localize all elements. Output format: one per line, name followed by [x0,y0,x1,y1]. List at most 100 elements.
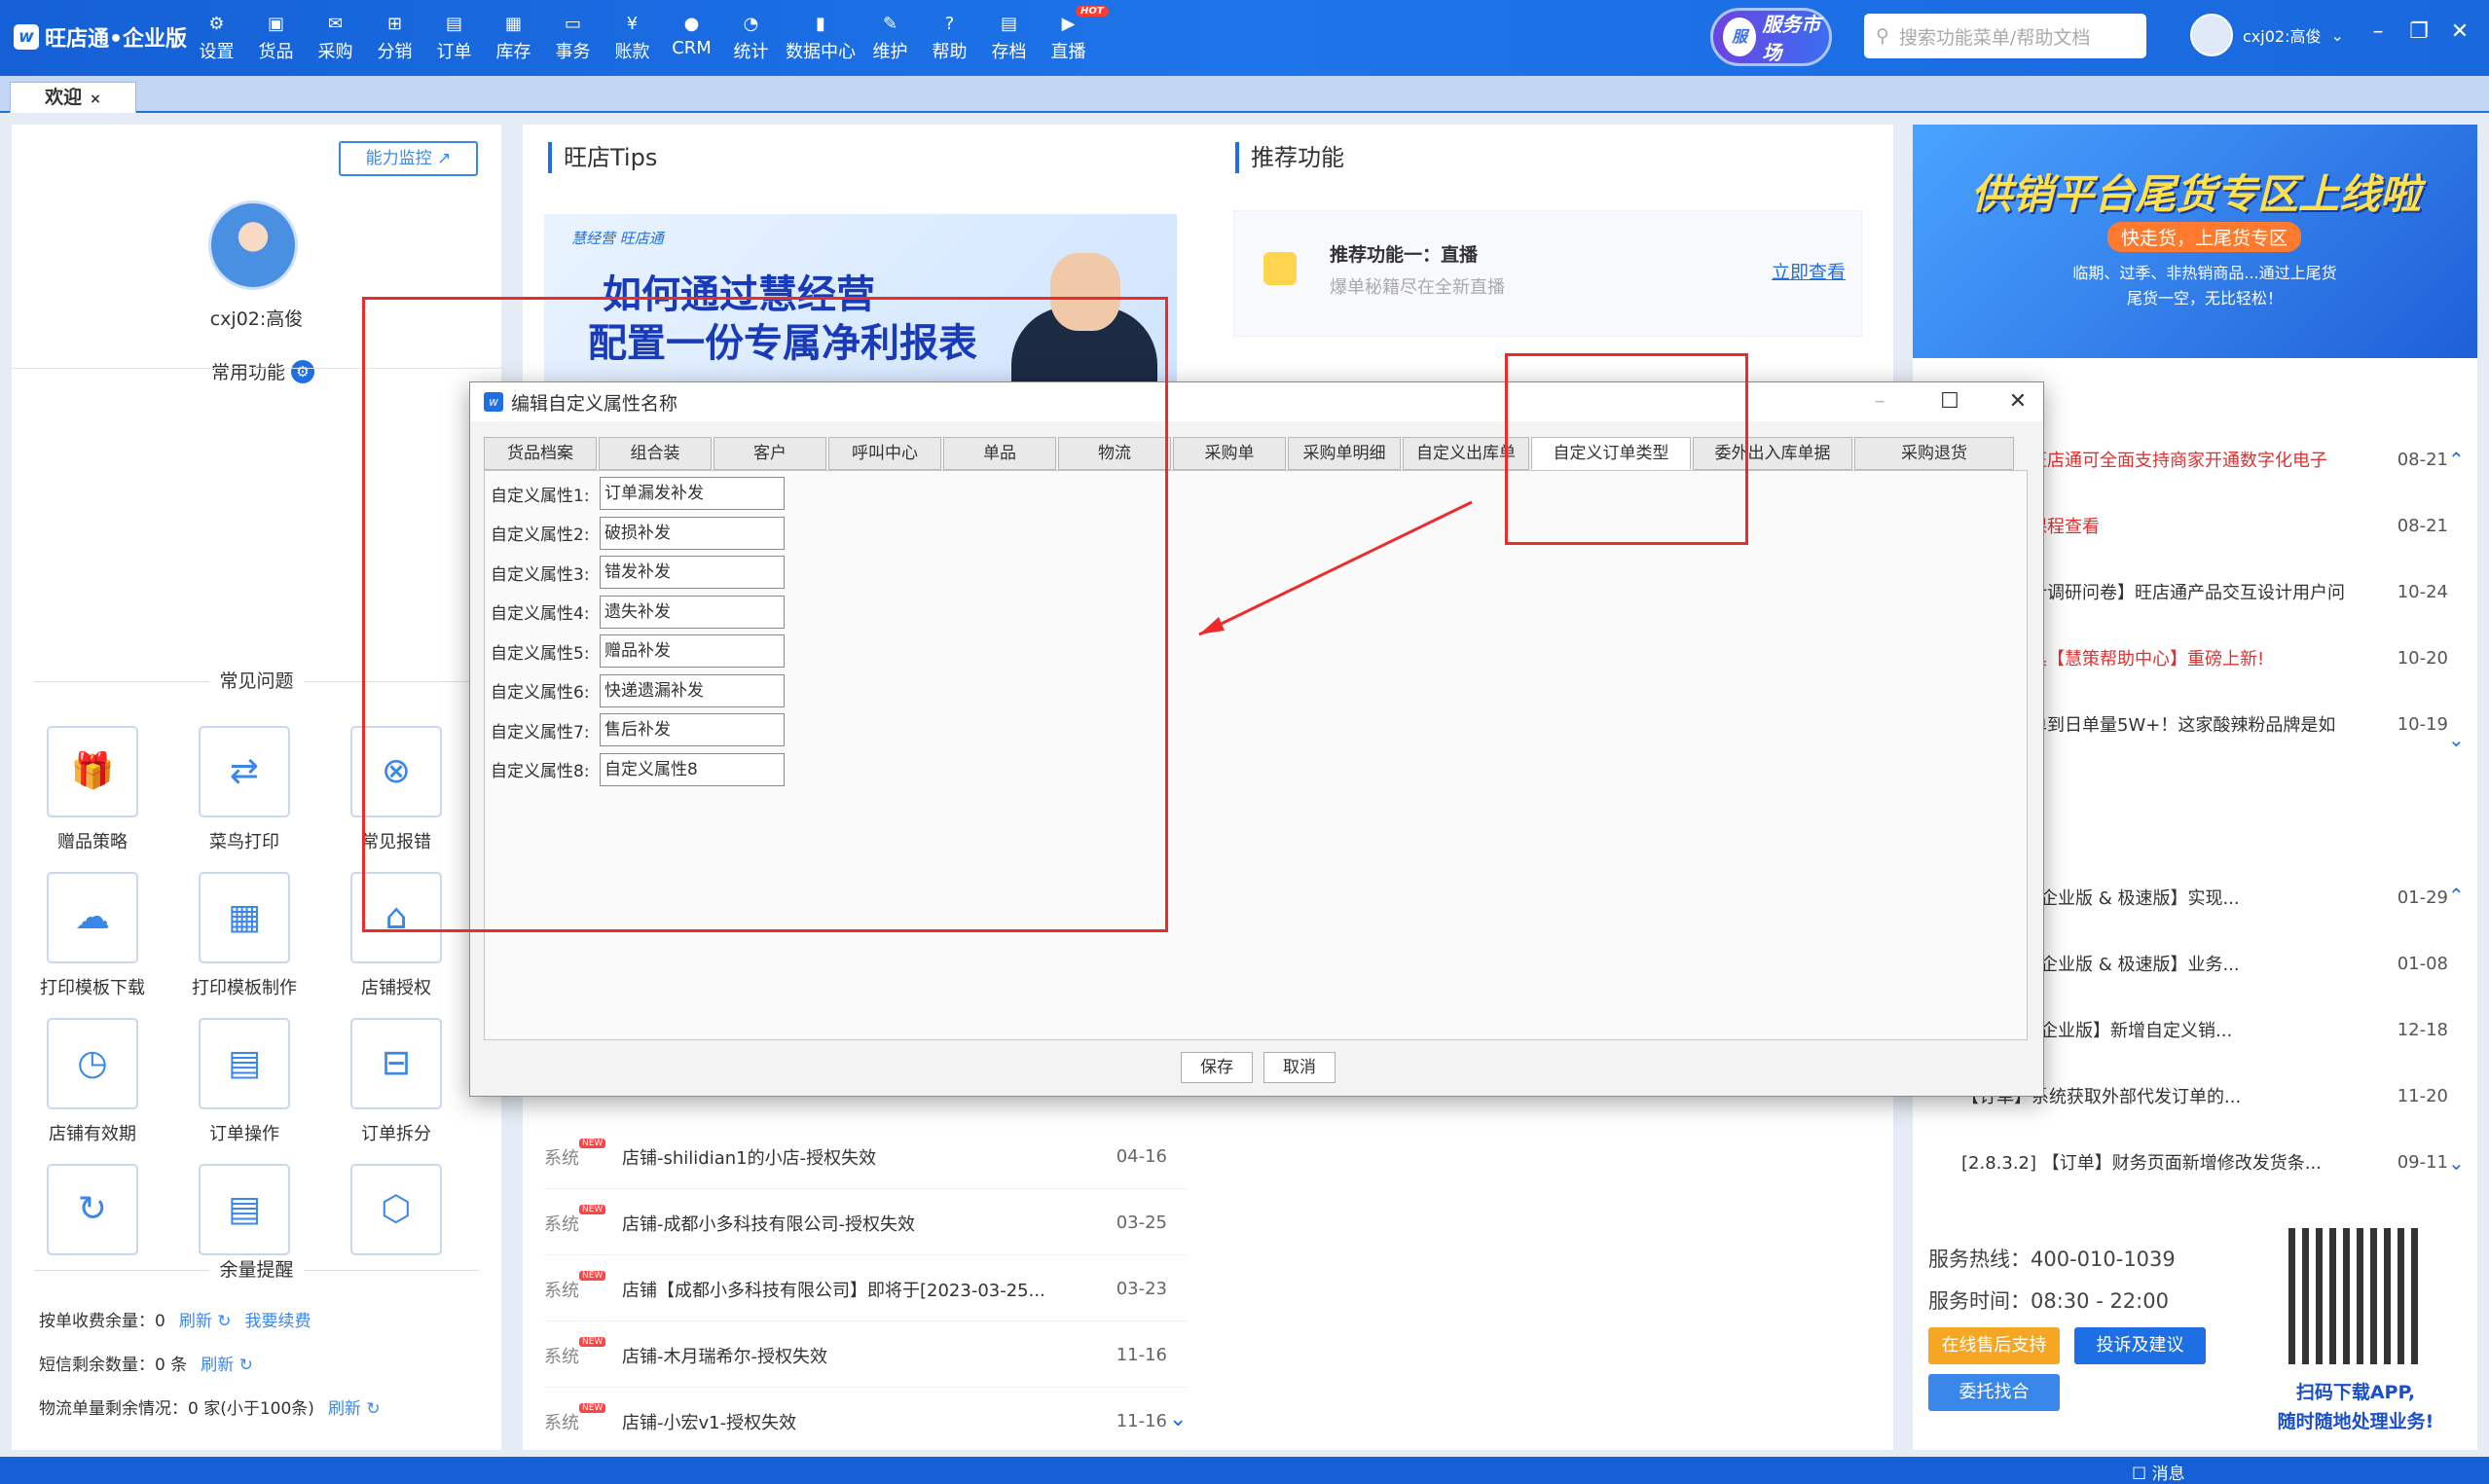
faq-tile-10[interactable]: ▤ [199,1164,290,1255]
nav-item-11[interactable]: ✎ 维护 [860,10,920,63]
message-row-3[interactable]: 系统 NEW 店铺-木月瑞希尔-授权失效 11-16 [544,1323,1187,1388]
message-button[interactable]: ☐ 消息 [2132,1460,2185,1484]
nav-item-8[interactable]: ● CRM [662,10,721,63]
online-support-button[interactable]: 在线售后支持 [1928,1327,2060,1364]
nav-item-10[interactable]: ▮ 数据中心 [781,10,860,63]
support-area: 服务热线：400-010-1039 服务时间：08:30 - 22:00 在线售… [1913,1214,2477,1440]
message-row-2[interactable]: 系统 NEW 店铺【成都小多科技有限公司】即将于[2023-03-25... 03-2… [544,1257,1187,1321]
message-row-1[interactable]: 系统 NEW 店铺-成都小多科技有限公司-授权失效 03-25 [544,1191,1187,1255]
brand-label: 旺店通•企业版 [45,27,188,52]
faq-tile-6[interactable]: ◷ [47,1018,138,1109]
nav-item-6[interactable]: ▭ 事务 [543,10,603,63]
nav-item-3[interactable]: ⊞ 分销 [365,10,424,63]
faq-tile-11[interactable]: ⬡ [350,1164,442,1255]
nav-item-5[interactable]: ▦ 库存 [484,10,543,63]
nav-icon-2: ✉ [327,14,344,34]
refresh-link-0[interactable]: 刷新 [179,1312,212,1331]
renew-link[interactable]: 我要续费 [244,1312,311,1331]
message-row-0[interactable]: 系统 NEW 店铺-shilidian1的小店-授权失效 04-16 [544,1125,1187,1189]
maximize-button[interactable]: ☐ [1930,388,1969,416]
user-name: cxj02:高俊 [2243,27,2322,46]
nav-item-2[interactable]: ✉ 采购 [306,10,365,63]
ability-monitor-button[interactable]: 能力监控 ↗ [339,141,478,176]
faq-tile-0[interactable]: 🎁 [47,726,138,817]
news2-row-4[interactable]: [2.8.3.2] 【订单】财务页面新增修改发货条... 09-11 [1961,1129,2468,1195]
refresh-link-1[interactable]: 刷新 [201,1356,234,1375]
close-window-button[interactable]: ✕ [2445,19,2474,44]
refresh-icon[interactable]: ↻ [361,1399,380,1419]
nav-icon-7: ¥ [626,14,639,34]
news1-row-4[interactable]: 单到日单量5W+！这家酸辣粉品牌是如 10-19 [2030,691,2468,757]
faq-tile-4[interactable]: ▦ [199,872,290,963]
faq-tile-1[interactable]: ⇄ [199,726,290,817]
news2-date-4: 09-11 [2397,1151,2448,1173]
message-kind-label: 系统 [544,1346,579,1367]
news2-date-0: 01-29 [2397,887,2448,908]
news1-row-3[interactable]: 具【慧策帮助中心】重磅上新! 10-20 [2030,625,2468,691]
service-market-label: 服务市场 [1762,13,1821,64]
view-now-link[interactable]: 立即查看 [1772,258,1846,284]
news2-date-2: 12-18 [2397,1019,2448,1040]
refresh-icon[interactable]: ↻ [234,1356,253,1375]
service-market-button[interactable]: 服 服务市场 [1710,8,1832,66]
nav-item-1[interactable]: ▣ 货品 [246,10,306,63]
message-date-4: 11-16 [1116,1411,1167,1431]
refresh-link-2[interactable]: 刷新 [328,1399,361,1419]
nav-item-4[interactable]: ▤ 订单 [424,10,484,63]
gear-icon[interactable]: ⚙ [291,359,315,383]
nav-label-3: 分销 [377,42,413,62]
message-text-3: 店铺-木月瑞希尔-授权失效 [622,1346,827,1367]
dialog-tab-7[interactable]: 采购单明细 [1288,437,1401,470]
balance-text-1: 短信剩余数量：0 条 [39,1356,188,1375]
recommend-card: 推荐功能一：直播 爆单秘籍尽在全新直播 立即查看 [1233,210,1862,337]
nav-item-12[interactable]: ? 帮助 [920,10,979,63]
ad-banner[interactable]: 供销平台尾货专区上线啦 快走货，上尾货专区 临期、过季、非热销商品...通过上尾… [1913,125,2477,358]
service-hours: 服务时间：08:30 - 22:00 [1928,1289,2169,1313]
nav-item-9[interactable]: ◔ 统计 [721,10,781,63]
banner-brand: 慧经营 旺店通 [571,230,664,247]
minimize-button[interactable]: – [2363,19,2393,44]
new-badge: NEW [579,1204,606,1214]
faq-tile-label-0: 赠品策略 [57,832,128,852]
nav-item-14[interactable]: ▶ 直播 HOT [1039,6,1109,63]
service-market-icon: 服 [1723,18,1757,56]
news1-row-1[interactable]: 课程查看 08-21 [2030,492,2468,559]
faq-tile-3[interactable]: ☁ [47,872,138,963]
close-icon[interactable]: × [90,91,101,107]
nav-item-7[interactable]: ¥ 账款 [603,10,662,63]
news1-row-0[interactable]: 旺店通可全面支持商家开通数字化电子 08-21 [2030,426,2468,492]
refresh-icon[interactable]: ↻ [212,1312,231,1331]
search-box[interactable]: ⚲ 搜索功能菜单/帮助文档 [1864,14,2146,58]
recommend-card-subtitle: 爆单秘籍尽在全新直播 [1330,277,1505,298]
dialog-tab-11[interactable]: 采购退货 [1854,437,2014,470]
news1-row-2[interactable]: 计调研问卷】旺店通产品交互设计用户问 10-24 [2030,559,2468,625]
balance-text-0: 按单收费余量：0 [39,1312,165,1331]
faq-tile-8[interactable]: ⊟ [350,1018,442,1109]
user-menu[interactable]: cxj02:高俊 ⌄ [2190,14,2344,56]
restore-button[interactable]: ❐ [2404,19,2434,44]
save-button[interactable]: 保存 [1181,1052,1253,1083]
nav-icon-5: ▦ [504,14,522,34]
dialog-tab-6[interactable]: 采购单 [1173,437,1286,470]
nav-icon-12: ? [944,14,955,34]
complaint-button[interactable]: 投诉及建议 [2074,1327,2206,1364]
new-badge: NEW [579,1402,606,1413]
nav-item-13[interactable]: ▤ 存档 [979,10,1039,63]
message-kind-4: 系统 NEW [544,1402,622,1434]
faq-tile-7[interactable]: ▤ [199,1018,290,1109]
cancel-button[interactable]: 取消 [1263,1052,1336,1083]
news1-date-4: 10-19 [2397,713,2448,735]
nav-icon-1: ▣ [267,14,284,34]
search-input[interactable]: 搜索功能菜单/帮助文档 [1899,23,2090,50]
balance-row-0: 按单收费余量：0 刷新 ↻ 我要续费 [39,1307,311,1331]
faq-tile-9[interactable]: ↻ [47,1164,138,1255]
message-row-4[interactable]: 系统 NEW 店铺-小宏v1-授权失效 11-16 [544,1390,1187,1454]
avatar [2190,14,2233,56]
news2-date-3: 11-20 [2397,1085,2448,1106]
close-dialog-button[interactable]: ✕ [1998,388,2037,416]
tab-welcome[interactable]: 欢迎 × [10,82,136,113]
partner-button[interactable]: 委托找合 [1928,1374,2060,1411]
minimize-button[interactable]: – [1860,388,1899,416]
nav-item-0[interactable]: ⚙ 设置 [187,10,246,63]
annotation-box-fields [362,297,1168,932]
